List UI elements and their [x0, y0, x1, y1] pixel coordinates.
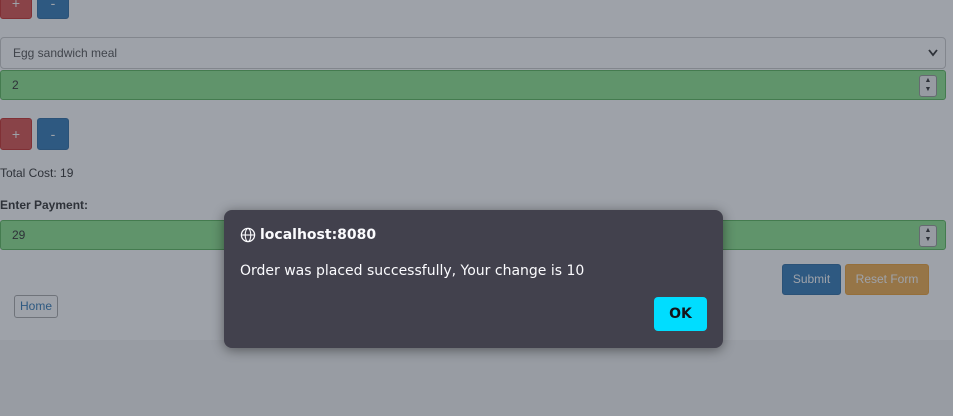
dialog-message: Order was placed successfully, Your chan… [240, 263, 585, 279]
globe-icon [240, 227, 256, 243]
ok-button[interactable]: OK [654, 297, 707, 331]
modal-backdrop [0, 0, 953, 416]
alert-dialog: localhost:8080 Order was placed successf… [224, 210, 723, 348]
dialog-origin: localhost:8080 [260, 227, 377, 243]
